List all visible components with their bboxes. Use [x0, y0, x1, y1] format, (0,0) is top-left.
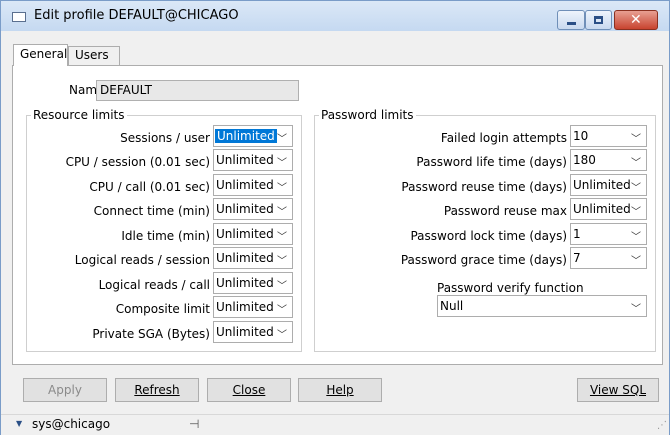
password-life-time-select[interactable]: 180 ﹀ [570, 149, 647, 171]
combo-value: 180 [573, 153, 596, 167]
cpu-per-session-select[interactable]: Unlimited ﹀ [213, 149, 293, 171]
close-window-button[interactable]: ✕ [614, 10, 658, 30]
chevron-down-icon: ﹀ [631, 207, 641, 218]
logical-reads-session-label: Logical reads / session [74, 253, 210, 267]
password-lock-time-label: Password lock time (days) [410, 229, 567, 243]
combo-value: Unlimited [216, 153, 274, 167]
idle-time-label: Idle time (min) [121, 229, 210, 243]
window-title: Edit profile DEFAULT@CHICAGO [34, 8, 239, 23]
refresh-button[interactable]: Refresh [115, 378, 199, 402]
help-button[interactable]: Help [298, 378, 382, 402]
tab-users[interactable]: Users [68, 46, 120, 66]
sessions-per-user-select[interactable]: Unlimited ﹀ [213, 125, 293, 147]
private-sga-label: Private SGA (Bytes) [92, 327, 210, 341]
password-life-time-label: Password life time (days) [416, 155, 567, 169]
sessions-per-user-label: Sessions / user [120, 131, 210, 145]
combo-value: Unlimited [216, 227, 274, 241]
logical-reads-call-select[interactable]: Unlimited ﹀ [213, 272, 293, 294]
logical-reads-session-select[interactable]: Unlimited ﹀ [213, 247, 293, 269]
chevron-down-icon: ﹀ [277, 158, 287, 169]
combo-value: Null [440, 299, 464, 313]
combo-value: 10 [573, 129, 589, 143]
idle-time-select[interactable]: Unlimited ﹀ [213, 223, 293, 245]
combo-value: Unlimited [216, 325, 274, 339]
composite-limit-select[interactable]: Unlimited ﹀ [213, 296, 293, 318]
connect-time-select[interactable]: Unlimited ﹀ [213, 198, 293, 220]
chevron-down-icon: ﹀ [277, 134, 287, 145]
chevron-down-icon: ﹀ [277, 281, 287, 292]
chevron-down-icon: ﹀ [277, 232, 287, 243]
view-sql-button[interactable]: View SQL [577, 378, 659, 402]
combo-value: Unlimited [216, 300, 274, 314]
combo-value: Unlimited [216, 251, 274, 265]
chevron-down-icon: ﹀ [277, 330, 287, 341]
combo-value: Unlimited [216, 202, 274, 216]
cpu-per-call-select[interactable]: Unlimited ﹀ [213, 174, 293, 196]
triangle-down-icon[interactable]: ▼ [16, 419, 22, 428]
combo-value: Unlimited [573, 178, 631, 192]
password-lock-time-select[interactable]: 1 ﹀ [570, 223, 647, 245]
failed-login-attempts-select[interactable]: 10 ﹀ [570, 125, 647, 147]
failed-login-attempts-label: Failed login attempts [440, 131, 567, 145]
private-sga-select[interactable]: Unlimited ﹀ [213, 321, 293, 343]
chevron-down-icon: ﹀ [277, 256, 287, 267]
connect-time-label: Connect time (min) [93, 204, 210, 218]
edit-profile-window: Edit profile DEFAULT@CHICAGO ✕ General U… [0, 0, 670, 435]
combo-value: 7 [573, 251, 581, 265]
window-icon [12, 12, 26, 22]
cpu-per-session-label: CPU / session (0.01 sec) [65, 155, 210, 169]
password-grace-time-label: Password grace time (days) [400, 253, 567, 267]
combo-value: Unlimited [216, 178, 274, 192]
password-reuse-time-label: Password reuse time (days) [401, 180, 567, 194]
logical-reads-call-label: Logical reads / call [98, 278, 210, 292]
close-icon: ✕ [630, 12, 642, 28]
minimize-icon [567, 22, 576, 25]
password-reuse-max-label: Password reuse max [443, 204, 567, 218]
chevron-down-icon: ﹀ [631, 232, 641, 243]
password-grace-time-select[interactable]: 7 ﹀ [570, 247, 647, 269]
minimize-button[interactable] [557, 10, 585, 30]
resize-grip-icon[interactable]: ⋰ [657, 420, 667, 431]
close-button[interactable]: Close [207, 378, 291, 402]
combo-value: Unlimited [573, 202, 631, 216]
password-reuse-max-select[interactable]: Unlimited ﹀ [570, 198, 647, 220]
name-field[interactable]: DEFAULT [96, 80, 299, 101]
combo-value: Unlimited [216, 276, 274, 290]
title-bar[interactable]: Edit profile DEFAULT@CHICAGO ✕ [1, 1, 669, 31]
maximize-button[interactable] [585, 10, 612, 30]
password-limits-title: Password limits [319, 108, 416, 122]
pin-icon[interactable]: ⊣ [189, 417, 199, 431]
chevron-down-icon: ﹀ [631, 158, 641, 169]
combo-value: 1 [573, 227, 581, 241]
status-bar: ▼ sys@chicago ⊣ ⋰ [1, 414, 669, 435]
tab-general[interactable]: General [13, 44, 68, 66]
chevron-down-icon: ﹀ [631, 134, 641, 145]
combo-value: Unlimited [215, 129, 277, 143]
password-verify-function-select[interactable]: Null ﹀ [437, 295, 647, 317]
composite-limit-label: Composite limit [115, 302, 210, 316]
chevron-down-icon: ﹀ [631, 183, 641, 194]
chevron-down-icon: ﹀ [631, 256, 641, 267]
chevron-down-icon: ﹀ [277, 305, 287, 316]
chevron-down-icon: ﹀ [631, 304, 641, 315]
maximize-icon [594, 16, 603, 24]
chevron-down-icon: ﹀ [277, 183, 287, 194]
password-verify-function-label: Password verify function [437, 281, 584, 295]
connection-status: sys@chicago [32, 417, 111, 431]
chevron-down-icon: ﹀ [277, 207, 287, 218]
cpu-per-call-label: CPU / call (0.01 sec) [89, 180, 210, 194]
apply-button[interactable]: Apply [23, 378, 107, 402]
resource-limits-title: Resource limits [31, 108, 127, 122]
password-reuse-time-select[interactable]: Unlimited ﹀ [570, 174, 647, 196]
